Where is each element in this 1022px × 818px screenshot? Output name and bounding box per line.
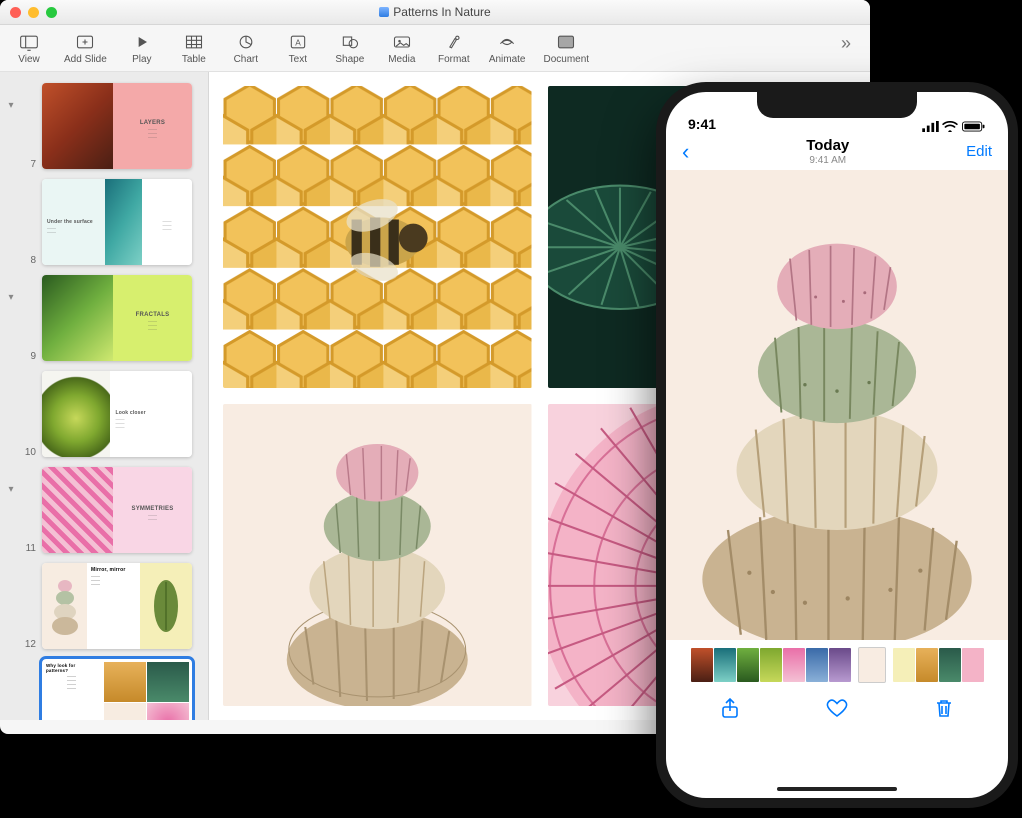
status-time: 9:41 [688,116,716,132]
slide-thumb-13[interactable]: 13 Why look for patterns?———————————— [4,654,204,720]
filmstrip-thumb[interactable] [691,648,713,682]
chart-icon [235,33,257,51]
cellular-icon [922,121,939,132]
slide-thumb-8[interactable]: 8 Under the surface—————— ————————— [4,174,204,270]
document-icon [379,7,389,17]
format-icon [443,33,465,51]
chart-button[interactable]: Chart [229,33,263,65]
filmstrip-thumb[interactable] [939,648,961,682]
wifi-icon [942,121,958,132]
document-icon [555,33,577,51]
filmstrip-thumb[interactable] [783,648,805,682]
home-indicator[interactable] [777,787,897,791]
plus-icon [74,33,96,51]
edit-button[interactable]: Edit [966,143,992,160]
format-button[interactable]: Format [437,33,471,65]
text-icon: A [287,33,309,51]
slide-navigator[interactable]: ▾ 7 LAYERS————————— 8 Under [0,72,209,720]
animate-icon [496,33,518,51]
chevron-down-icon[interactable]: ▾ [4,484,18,495]
toolbar-overflow-button[interactable]: » [834,33,858,54]
nav-title: Today [806,138,849,155]
shape-button[interactable]: Shape [333,33,367,65]
slide-thumb-10[interactable]: 10 Look closer————————— [4,366,204,462]
play-button[interactable]: Play [125,33,159,65]
photo-filmstrip[interactable] [666,640,1008,690]
slide-thumb-11[interactable]: ▾ 11 SYMMETRIES—————— [4,462,204,558]
filmstrip-thumb[interactable] [714,648,736,682]
toolbar: View Add Slide Play Table Chart [0,25,870,72]
chevron-down-icon[interactable]: ▾ [4,292,18,303]
slide-thumb-12[interactable]: 12 Mirror, mirror————————— [4,558,204,654]
filmstrip-thumb[interactable] [829,648,851,682]
filmstrip-thumb[interactable] [962,648,984,682]
add-slide-button[interactable]: Add Slide [64,33,107,65]
shape-icon [339,33,361,51]
delete-button[interactable] [932,696,956,725]
document-button[interactable]: Document [544,33,590,65]
filmstrip-thumb[interactable] [806,648,828,682]
iphone-device: 9:41 ‹ Today 9:41 AM Edit [656,82,1018,808]
text-button[interactable]: A Text [281,33,315,65]
animate-button[interactable]: Animate [489,33,526,65]
photos-toolbar [666,690,1008,725]
view-icon [18,33,40,51]
photo-viewer[interactable] [666,170,1008,640]
window-title: Patterns In Nature [393,5,490,19]
filmstrip-thumb[interactable] [916,648,938,682]
battery-icon [961,121,986,132]
slide-thumb-7[interactable]: ▾ 7 LAYERS————————— [4,78,204,174]
canvas-image-honeycomb[interactable] [223,86,532,388]
share-button[interactable] [718,696,742,725]
play-icon [131,33,153,51]
filmstrip-thumb[interactable] [760,648,782,682]
slide-thumb-9[interactable]: ▾ 9 FRACTALS————————— [4,270,204,366]
favorite-button[interactable] [825,696,849,725]
table-icon [183,33,205,51]
canvas-image-urchins[interactable] [223,404,532,706]
media-icon [391,33,413,51]
titlebar: Patterns In Nature [0,0,870,25]
filmstrip-thumb[interactable] [737,648,759,682]
chevron-down-icon[interactable]: ▾ [4,100,18,111]
filmstrip-thumb-current[interactable] [859,648,885,682]
filmstrip-thumb[interactable] [893,648,915,682]
view-button[interactable]: View [12,33,46,65]
media-button[interactable]: Media [385,33,419,65]
nav-subtitle: 9:41 AM [806,155,849,166]
back-button[interactable]: ‹ [682,139,689,165]
table-button[interactable]: Table [177,33,211,65]
svg-text:A: A [295,37,301,47]
photos-navbar: ‹ Today 9:41 AM Edit [666,134,1008,170]
notch [757,92,917,118]
